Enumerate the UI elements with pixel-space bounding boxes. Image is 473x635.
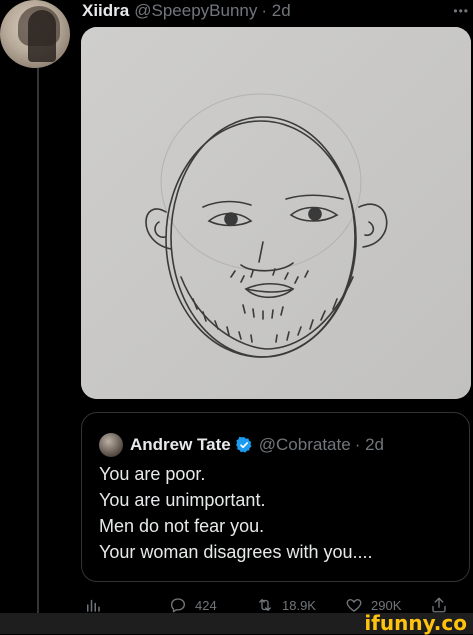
quote-line: You are unimportant.	[99, 490, 266, 510]
avatar-silhouette	[28, 10, 56, 62]
quote-line: Men do not fear you.	[99, 516, 265, 536]
quote-timestamp[interactable]: · 2d	[355, 435, 384, 455]
author-avatar[interactable]	[0, 0, 70, 68]
analytics-icon	[87, 599, 100, 612]
quote-author-avatar[interactable]	[99, 433, 123, 457]
verified-badge-icon	[235, 436, 252, 453]
thread-line	[37, 68, 39, 613]
retweet-icon	[259, 599, 271, 611]
tweet-timestamp[interactable]: · 2d	[261, 1, 290, 21]
face-sketch	[81, 27, 471, 399]
author-name[interactable]: Xiidra	[82, 1, 129, 21]
reply-icon	[170, 598, 186, 613]
quoted-tweet[interactable]: Andrew Tate @Cobratate · 2d You are poor…	[81, 412, 470, 582]
reply-count: 424	[195, 597, 217, 613]
ifunny-watermark: ifunny.co	[364, 611, 467, 635]
heart-icon	[346, 599, 362, 612]
retweet-count: 18.9K	[282, 597, 316, 613]
ellipsis-icon[interactable]: •••	[453, 4, 469, 18]
quote-header: Andrew Tate @Cobratate · 2d	[99, 433, 384, 457]
author-handle[interactable]: @SpeepyBunny	[134, 1, 257, 21]
quote-body: You are poor. You are unimportant. Men d…	[99, 461, 372, 565]
tweet-image-drawing[interactable]	[81, 27, 471, 399]
tweet-header: Xiidra @SpeepyBunny · 2d	[82, 0, 291, 22]
quote-author-handle[interactable]: @Cobratate	[259, 435, 351, 455]
quote-line: You are poor.	[99, 464, 206, 484]
quote-author-name[interactable]: Andrew Tate	[130, 435, 231, 455]
quote-line: Your woman disagrees with you....	[99, 542, 373, 562]
